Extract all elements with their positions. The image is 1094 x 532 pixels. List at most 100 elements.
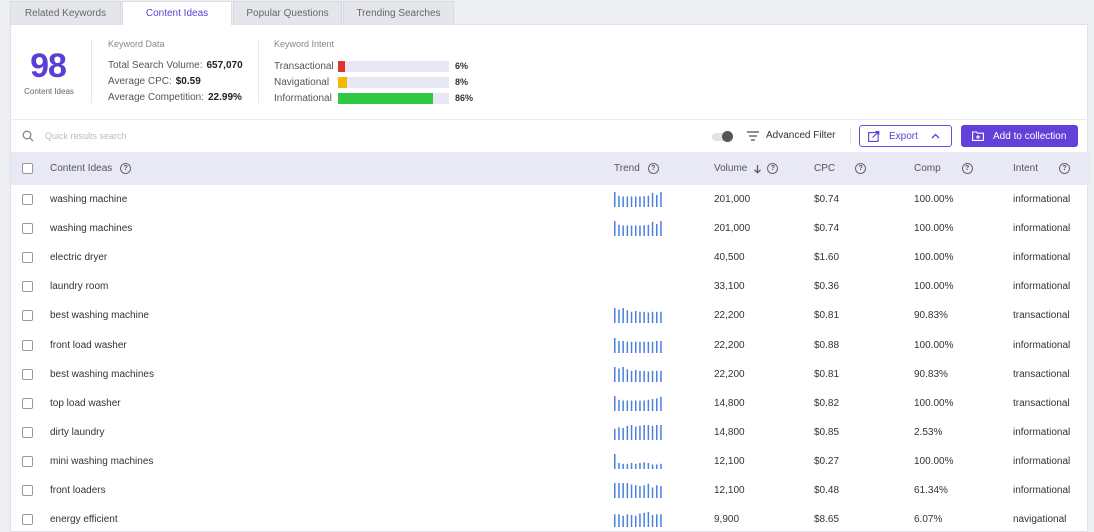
trend-bar [643,196,645,207]
tab-popular-questions[interactable]: Popular Questions [233,1,342,24]
trend-bar [651,221,654,236]
cpc-cell: $0.81 [814,310,840,321]
help-icon[interactable]: ? [961,163,973,174]
column-header-trend[interactable]: Trend ? [614,163,659,174]
row-checkbox[interactable] [22,485,33,496]
intent-percent: 86% [455,93,474,103]
row-checkbox[interactable] [22,398,33,409]
trend-bar [635,400,637,411]
row-checkbox[interactable] [22,310,33,321]
table-row[interactable]: front load washer 22,200 $0.88 100.00% infor… [11,331,1089,360]
row-checkbox[interactable] [22,456,33,467]
trend-bar [626,225,629,236]
volume-cell: 14,800 [714,398,745,409]
volume-cell: 12,100 [714,456,745,467]
keyword-cell[interactable]: best washing machine [50,310,149,321]
select-all-checkbox[interactable] [22,163,33,174]
keyword-cell[interactable]: best washing machines [50,369,154,380]
row-checkbox[interactable] [22,369,33,380]
keyword-cell[interactable]: washing machine [50,194,127,205]
keyword-cell[interactable]: front loaders [50,485,106,496]
total-search-volume-value: 657,070 [206,60,243,71]
table-row[interactable]: best washing machines 22,200 $0.81 90.83% tr… [11,360,1089,389]
keyword-cell[interactable]: top load washer [50,398,121,409]
table-row[interactable]: top load washer 14,800 $0.82 100.00% transac… [11,389,1089,418]
trend-bar [630,225,633,236]
trend-sparkline [614,192,662,207]
row-checkbox[interactable] [22,252,33,263]
intent-label: Transactional [274,60,334,72]
trend-sparkline [614,483,662,498]
advanced-filter-toggle[interactable] [712,131,733,142]
column-header-cpc[interactable]: CPC ? [814,163,867,174]
trend-bar [622,367,624,382]
advanced-filter-label[interactable]: Advanced Filter [766,130,835,141]
help-icon[interactable]: ? [855,163,867,174]
tab-content-ideas[interactable]: Content Ideas [122,1,232,25]
table-row[interactable]: mini washing machines 12,100 $0.27 100.00% i… [11,447,1089,476]
column-header-volume[interactable]: Volume ? [714,163,779,174]
row-checkbox[interactable] [22,194,33,205]
help-icon[interactable]: ? [1059,163,1071,174]
add-to-collection-button[interactable]: Add to collection [961,125,1078,147]
volume-cell: 40,500 [714,252,745,263]
column-header-intent[interactable]: Intent ? [1013,163,1071,174]
keyword-cell[interactable]: mini washing machines [50,456,153,467]
table-row[interactable]: dirty laundry 14,800 $0.85 2.53% information… [11,418,1089,447]
divider [91,39,92,103]
keyword-cell[interactable]: laundry room [50,281,108,292]
volume-cell: 9,900 [714,514,740,525]
row-checkbox[interactable] [22,340,33,351]
keyword-cell[interactable]: front load washer [50,340,127,351]
quick-results-search-input[interactable] [45,128,345,144]
sort-down-arrow-icon[interactable] [753,164,762,174]
tab-related-keywords[interactable]: Related Keywords [10,1,121,24]
trend-bar [626,196,629,207]
intent-cell: informational [1013,223,1071,234]
export-button[interactable]: Export [859,125,952,147]
trend-bar [656,425,658,440]
trend-bar [651,341,654,353]
table-row[interactable]: electric dryer 40,500 $1.60 100.00% informat… [11,243,1089,272]
help-icon[interactable]: ? [767,163,779,174]
trend-bar [614,396,616,411]
keyword-cell[interactable]: dirty laundry [50,427,104,438]
row-checkbox[interactable] [22,223,33,234]
trend-bar [651,425,654,440]
trend-sparkline [614,425,662,440]
cpc-cell: $0.82 [814,398,840,409]
help-icon[interactable]: ? [647,163,659,174]
chevron-up-icon [931,133,940,139]
table-row[interactable]: laundry room 33,100 $0.36 100.00% informatio… [11,272,1089,301]
intent-cell: informational [1013,252,1071,263]
row-checkbox[interactable] [22,281,33,292]
intent-transactional: Transactional 6% [274,60,468,72]
keyword-cell[interactable]: washing machines [50,223,132,234]
column-header-comp[interactable]: Comp ? [914,163,973,174]
trend-sparkline [614,367,662,382]
row-checkbox[interactable] [22,514,33,525]
volume-cell: 22,200 [714,310,745,321]
export-label: Export [889,130,918,142]
folder-plus-icon [972,131,984,141]
volume-cell: 12,100 [714,485,745,496]
table-row[interactable]: washing machines 201,000 $0.74 100.00% infor… [11,214,1089,243]
table-row[interactable]: washing machine 201,000 $0.74 100.00% inform… [11,185,1089,214]
trend-bar [635,370,637,382]
trend-bar [656,195,658,207]
column-header-content-ideas[interactable]: Content Ideas ? [50,163,132,174]
trend-bar [614,192,616,207]
keyword-cell[interactable]: electric dryer [50,252,107,263]
trend-bar [630,370,633,382]
tab-trending-searches[interactable]: Trending Searches [343,1,454,24]
trend-bar [656,485,658,498]
table-row[interactable]: front loaders 12,100 $0.48 61.34% informatio… [11,476,1089,505]
help-icon[interactable]: ? [120,163,132,174]
trend-bar [656,514,658,527]
toolbar-divider [850,128,851,145]
row-checkbox[interactable] [22,427,33,438]
table-row[interactable]: energy efficient 9,900 $8.65 6.07% navigatio… [11,505,1089,532]
table-header: Content Ideas ? Trend ? Volume ? CPC ? C… [11,152,1089,185]
table-row[interactable]: best washing machine 22,200 $0.81 90.83% tra… [11,301,1089,330]
keyword-cell[interactable]: energy efficient [50,514,118,525]
